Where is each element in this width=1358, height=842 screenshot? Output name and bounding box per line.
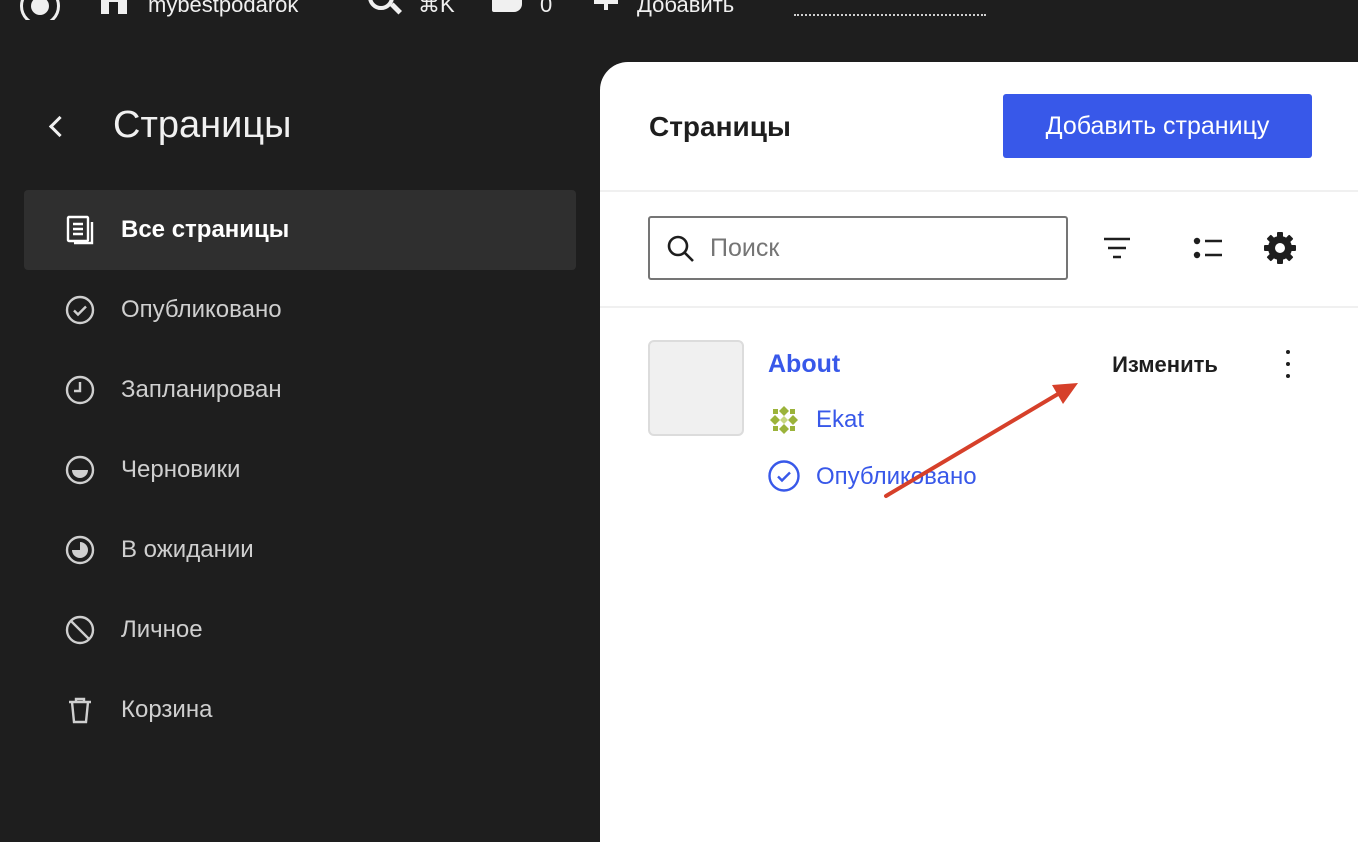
- toolbar-divider: [600, 306, 1358, 308]
- pages-panel: Страницы Добавить страницу Поиск About E…: [600, 62, 1358, 842]
- author-link[interactable]: Ekat: [816, 406, 868, 434]
- edit-button[interactable]: Изменить: [1098, 348, 1232, 382]
- search-icon: [666, 234, 696, 264]
- published-check-icon: [767, 459, 801, 493]
- sidebar-item-label: В ожидании: [121, 536, 254, 563]
- back-chevron-icon[interactable]: [40, 110, 70, 144]
- site-name-link[interactable]: mybestpodarok: [148, 0, 298, 18]
- page-title: Страницы: [649, 111, 791, 142]
- plus-icon[interactable]: [594, 0, 618, 18]
- sidebar-item-scheduled[interactable]: Запланирован: [24, 350, 576, 430]
- view-list-icon[interactable]: [1188, 228, 1228, 268]
- sidebar-item-label: Опубликовано: [121, 296, 282, 323]
- trash-icon: [64, 694, 96, 726]
- sidebar-nav: Все страницы Опубликовано Запланирован Ч…: [24, 190, 576, 750]
- add-page-button[interactable]: Добавить страницу: [1003, 94, 1312, 158]
- more-actions-icon[interactable]: [1272, 344, 1304, 384]
- wordpress-logo-icon[interactable]: [20, 0, 60, 20]
- sidebar-item-all-pages[interactable]: Все страницы: [24, 190, 576, 270]
- dotted-divider: [794, 14, 986, 16]
- sidebar: Страницы Все страницы Опубликовано Запла…: [0, 62, 600, 842]
- sidebar-item-label: Черновики: [121, 456, 241, 483]
- sidebar-item-published[interactable]: Опубликовано: [24, 270, 576, 350]
- private-block-icon: [64, 614, 96, 646]
- app-window: mybestpodarok ⌘K 0 Добавить Страницы Все…: [0, 0, 1358, 842]
- search-input[interactable]: [710, 228, 1050, 268]
- sidebar-item-label: Запланирован: [121, 376, 282, 403]
- page-thumbnail[interactable]: [648, 340, 744, 436]
- sidebar-title: Страницы: [113, 104, 292, 146]
- status-link[interactable]: Опубликовано: [816, 463, 977, 491]
- comment-count[interactable]: 0: [540, 0, 552, 18]
- comment-icon[interactable]: [492, 0, 522, 12]
- home-icon[interactable]: [101, 0, 127, 14]
- search-field[interactable]: [648, 216, 1068, 280]
- pages-icon: [64, 214, 96, 246]
- scheduled-clock-icon: [64, 374, 96, 406]
- admin-bar: mybestpodarok ⌘K 0 Добавить: [0, 0, 1358, 20]
- sidebar-item-private[interactable]: Личное: [24, 590, 576, 670]
- gear-icon[interactable]: [1260, 228, 1300, 268]
- sidebar-item-label: Личное: [121, 616, 203, 643]
- command-search-icon[interactable]: [368, 0, 394, 10]
- sidebar-item-pending[interactable]: В ожидании: [24, 510, 576, 590]
- sidebar-item-label: Корзина: [121, 696, 213, 723]
- command-shortcut[interactable]: ⌘K: [418, 0, 455, 18]
- pending-pie-icon: [64, 534, 96, 566]
- filter-icon[interactable]: [1097, 228, 1137, 268]
- sidebar-item-label: Все страницы: [121, 216, 290, 243]
- sidebar-item-trash[interactable]: Корзина: [24, 670, 576, 750]
- page-row-title[interactable]: About: [768, 350, 840, 379]
- sidebar-item-drafts[interactable]: Черновики: [24, 430, 576, 510]
- header-divider: [600, 190, 1358, 192]
- draft-half-circle-icon: [64, 454, 96, 486]
- published-check-icon: [64, 294, 96, 326]
- new-content-link[interactable]: Добавить: [637, 0, 734, 18]
- author-avatar: [768, 404, 800, 436]
